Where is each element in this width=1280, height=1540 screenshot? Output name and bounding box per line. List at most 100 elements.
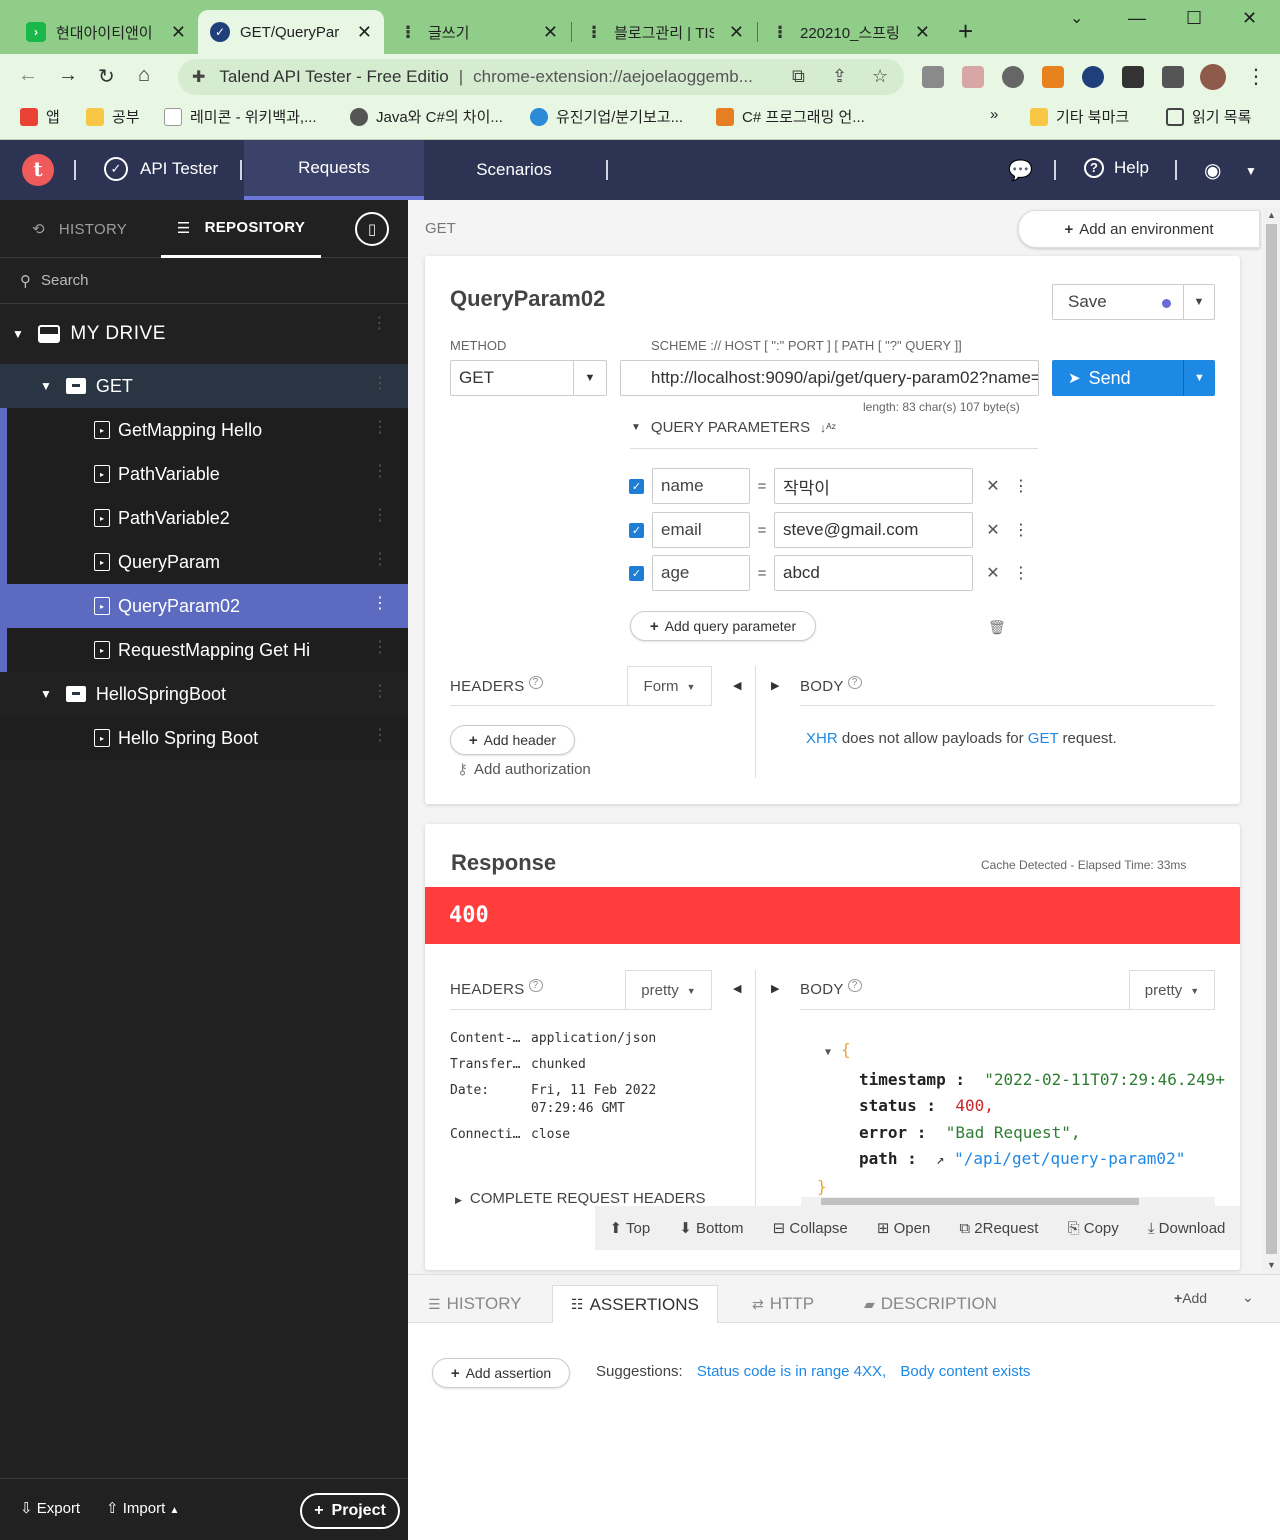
scroll-up-icon[interactable]: ▲ — [1267, 210, 1276, 220]
sort-az-icon[interactable]: ↓ᴬᶻ — [820, 421, 836, 435]
search-input[interactable] — [41, 272, 381, 289]
new-request-button[interactable]: ▯ — [355, 212, 389, 246]
add-environment-button[interactable]: + Add an environment — [1018, 210, 1260, 248]
collapse-button[interactable]: ⊟ Collapse — [773, 1219, 848, 1237]
close-tab-icon[interactable]: ✕ — [729, 22, 744, 43]
headers-mode-select[interactable]: Form ▼ — [627, 666, 712, 706]
remove-icon[interactable]: ✕ — [973, 563, 1013, 583]
param-key-input[interactable]: email — [652, 512, 750, 548]
bookmark-study[interactable]: 공부 — [86, 106, 140, 127]
param-checkbox[interactable]: ✓ — [629, 565, 644, 581]
extension-cast-icon[interactable] — [962, 66, 984, 88]
url-input[interactable]: http://localhost:9090/api/get/query-para… — [620, 360, 1039, 396]
metamask-icon[interactable] — [1042, 66, 1064, 88]
param-key-input[interactable]: name — [652, 468, 750, 504]
bookmark-eugene[interactable]: 유진기업/분기보고... — [530, 106, 683, 127]
collapse-right-icon[interactable]: ▶ — [771, 982, 779, 995]
param-checkbox[interactable]: ✓ — [629, 478, 644, 494]
caret-down-icon[interactable]: ▼ — [12, 327, 24, 341]
param-value-input[interactable]: abcd — [774, 555, 973, 591]
bookmark-star-icon[interactable]: ☆ — [872, 66, 888, 87]
param-checkbox[interactable]: ✓ — [629, 522, 644, 538]
nav-tab-scenarios[interactable]: Scenarios — [424, 140, 604, 200]
param-key-input[interactable]: age — [652, 555, 750, 591]
new-tab-icon[interactable]: + — [958, 18, 973, 44]
external-link-icon[interactable]: ↗ — [936, 1152, 944, 1168]
bookmark-wiki[interactable]: 레미콘 - 위키백과,... — [164, 106, 317, 127]
add-query-param-button[interactable]: + Add query parameter — [630, 611, 816, 641]
address-bar[interactable]: ✚ Talend API Tester - Free Editio | chro… — [178, 59, 904, 95]
more-icon[interactable]: ⋮ — [372, 552, 388, 568]
tab-repository[interactable]: ☰ REPOSITORY — [161, 200, 321, 258]
param-value-input[interactable]: steve@gmail.com — [774, 512, 973, 548]
reading-list[interactable]: 읽기 목록 — [1166, 106, 1251, 127]
close-window-icon[interactable]: ✕ — [1242, 8, 1257, 29]
add-header-button[interactable]: + Add header — [450, 725, 575, 755]
help-icon[interactable]: ? — [847, 676, 862, 689]
tab-assertions[interactable]: ☷ ASSERTIONS — [552, 1285, 718, 1323]
help-icon[interactable]: ? — [847, 979, 862, 992]
response-headers-mode-select[interactable]: pretty ▼ — [625, 970, 712, 1010]
more-icon[interactable]: ⋮ — [372, 420, 388, 436]
bookmark-other[interactable]: 기타 북마크 — [1030, 106, 1129, 127]
close-tab-icon[interactable]: ✕ — [357, 22, 372, 43]
more-icon[interactable]: ⋮ — [372, 728, 388, 744]
download-button[interactable]: ⤓ Download — [1148, 1220, 1226, 1237]
close-tab-icon[interactable]: ✕ — [543, 22, 558, 43]
nav-tab-requests[interactable]: Requests — [244, 140, 424, 200]
main-scrollbar[interactable]: ▲ ▼ — [1263, 208, 1280, 1274]
chevron-down-icon[interactable]: ▼ — [1245, 164, 1257, 178]
maximize-icon[interactable]: ☐ — [1186, 8, 1202, 29]
browser-tab-2[interactable]: ✓ GET/QueryParam02 ✕ — [198, 10, 384, 54]
more-icon[interactable]: ⋮ — [372, 376, 388, 392]
home-icon[interactable]: ⌂ — [138, 64, 150, 87]
tree-item[interactable]: ▸ QueryParam ⋮ — [0, 540, 408, 584]
tree-item-selected[interactable]: ▸ QueryParam02 ⋮ — [0, 584, 408, 628]
scroll-down-icon[interactable]: ▼ — [1267, 1260, 1276, 1270]
tree-folder-hellospringboot[interactable]: ▼ HelloSpringBoot ⋮ — [0, 672, 408, 716]
copy-button[interactable]: ⎘ Copy — [1068, 1220, 1119, 1237]
tree-item[interactable]: ▸ GetMapping Hello ⋮ — [0, 408, 408, 452]
send-button[interactable]: ➤ Send — [1052, 360, 1184, 396]
tree-item[interactable]: ▸ RequestMapping Get Hi ⋮ — [0, 628, 408, 672]
share-icon[interactable]: ⇪ — [832, 66, 847, 87]
more-icon[interactable]: ⋮ — [372, 316, 389, 332]
tab-description[interactable]: ▰ DESCRIPTION — [864, 1285, 997, 1323]
caret-down-icon[interactable]: ▼ — [40, 687, 52, 701]
app-title[interactable]: ✓ API Tester — [104, 157, 218, 181]
tree-item[interactable]: ▸ PathVariable2 ⋮ — [0, 496, 408, 540]
bookmarks-overflow[interactable]: » — [990, 106, 998, 123]
more-icon[interactable]: ⋮ — [372, 596, 388, 612]
minimize-icon[interactable]: — — [1128, 8, 1146, 29]
help-icon[interactable]: ? — [528, 979, 543, 992]
open-button[interactable]: ⊞ Open — [877, 1219, 930, 1237]
collapse-left-icon[interactable]: ◀ — [733, 982, 741, 995]
browser-menu-icon[interactable]: ⋮ — [1246, 64, 1266, 89]
json-horizontal-scrollbar[interactable] — [801, 1197, 1215, 1206]
export-button[interactable]: ⇩ Export — [20, 1499, 80, 1517]
more-icon[interactable]: ⋮ — [1013, 520, 1029, 540]
help-icon[interactable]: ? — [528, 676, 543, 689]
more-icon[interactable]: ⋮ — [372, 684, 388, 700]
import-button[interactable]: ⇧ Import ▲ — [106, 1499, 179, 1517]
caret-down-icon[interactable]: ▼ — [40, 379, 52, 393]
send-dropdown-icon[interactable]: ▼ — [1184, 360, 1215, 396]
suggestion-status-4xx[interactable]: Status code is in range 4XX, — [697, 1363, 886, 1380]
to-request-button[interactable]: ⧉ 2Request — [959, 1220, 1038, 1237]
bookmark-csharp[interactable]: C# 프로그래밍 언... — [716, 106, 865, 127]
more-icon[interactable]: ⋮ — [372, 464, 388, 480]
remove-icon[interactable]: ✕ — [973, 520, 1013, 540]
user-icon[interactable]: ◉ — [1204, 158, 1221, 183]
more-icon[interactable]: ⋮ — [1013, 476, 1029, 496]
browser-tab-5[interactable]: ⁝ 220210_스프링 ✕ — [758, 10, 942, 54]
reload-icon[interactable]: ↻ — [98, 64, 115, 89]
help-button[interactable]: ? Help — [1084, 158, 1149, 178]
tree-item[interactable]: ▸ PathVariable ⋮ — [0, 452, 408, 496]
media-icon[interactable] — [1162, 66, 1184, 88]
add-assertion-button[interactable]: + Add assertion — [432, 1358, 570, 1388]
browser-tab-4[interactable]: ⁝ 블로그관리 | TIS ✕ — [572, 10, 756, 54]
forward-icon[interactable]: → — [58, 64, 78, 87]
tree-drive[interactable]: ▼ MY DRIVE ⋮ — [0, 304, 408, 364]
query-params-toggle[interactable]: ▼ QUERY PARAMETERS ↓ᴬᶻ — [631, 419, 836, 436]
tab-bottom-history[interactable]: ☰ HISTORY — [428, 1285, 522, 1323]
